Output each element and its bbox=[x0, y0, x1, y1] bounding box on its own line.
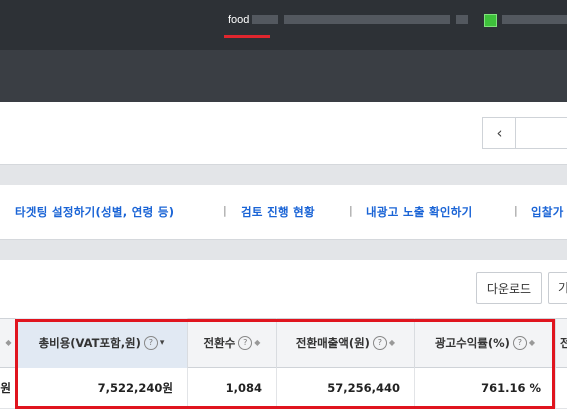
status-icon bbox=[484, 14, 497, 27]
column-label: 전환수 bbox=[203, 336, 236, 350]
help-icon[interactable]: ? bbox=[512, 336, 527, 350]
column-header-prev: ◆ bbox=[0, 318, 15, 368]
cell-conversion-revenue: 57,256,440 bbox=[276, 368, 414, 408]
column-header-total-cost[interactable]: 총비용(VAT포함,원) ? ▾ bbox=[15, 318, 187, 368]
sort-icon[interactable]: ◆ bbox=[5, 339, 11, 347]
column-label: 전환매출액(원) bbox=[295, 336, 370, 350]
cell-total-cost: 7,522,240원 bbox=[15, 368, 187, 408]
help-icon[interactable]: ? bbox=[238, 336, 253, 350]
chevron-left-icon: ‹ bbox=[496, 124, 503, 142]
column-label: 광고수익률(%) bbox=[434, 336, 510, 350]
link-targeting-settings[interactable]: 타겟팅 설정하기(성별, 연령 등) bbox=[15, 204, 174, 220]
help-icon[interactable]: ? bbox=[143, 336, 158, 350]
blurred-text bbox=[502, 15, 567, 24]
link-separator: | bbox=[223, 204, 227, 217]
link-my-ad-exposure[interactable]: 내광고 노출 확인하기 bbox=[366, 204, 473, 220]
active-tab-indicator bbox=[224, 35, 270, 38]
download-button[interactable]: 다운로드 bbox=[476, 272, 542, 304]
account-tab-food[interactable]: food bbox=[228, 14, 249, 26]
cell-next bbox=[555, 368, 567, 408]
cell-prev: 원 bbox=[0, 381, 11, 395]
blurred-text bbox=[252, 15, 278, 24]
blurred-text bbox=[456, 15, 468, 24]
column-header-roas[interactable]: 광고수익률(%) ? ◆ bbox=[414, 318, 555, 368]
blurred-text bbox=[284, 15, 450, 24]
sort-desc-icon[interactable]: ▾ bbox=[160, 338, 165, 348]
link-bid-price[interactable]: 입찰가 bbox=[531, 204, 564, 220]
column-label: 총비용(VAT포함,원) bbox=[38, 336, 141, 350]
sort-icon[interactable]: ◆ bbox=[389, 339, 395, 347]
column-header-next[interactable]: 전 bbox=[555, 318, 567, 368]
section-divider bbox=[0, 239, 567, 260]
column-header-conversions[interactable]: 전환수 ? ◆ bbox=[187, 318, 276, 368]
pager-input[interactable] bbox=[515, 117, 567, 149]
pager-prev-button[interactable]: ‹ bbox=[482, 117, 516, 149]
column-label: 전 bbox=[560, 336, 567, 350]
link-separator: | bbox=[349, 204, 353, 217]
section-divider bbox=[0, 164, 567, 185]
link-review-status[interactable]: 검토 진행 현황 bbox=[241, 204, 315, 220]
cell-roas: 761.16 % bbox=[414, 368, 555, 408]
top-navigation-bar bbox=[0, 0, 567, 50]
cell-conversions: 1,084 bbox=[187, 368, 276, 408]
sub-navigation-bar bbox=[0, 50, 567, 102]
more-button[interactable]: 기 bbox=[548, 272, 567, 304]
column-header-conversion-revenue[interactable]: 전환매출액(원) ? ◆ bbox=[276, 318, 414, 368]
help-icon[interactable]: ? bbox=[372, 336, 387, 350]
link-separator: | bbox=[514, 204, 518, 217]
sort-icon[interactable]: ◆ bbox=[254, 339, 260, 347]
sort-icon[interactable]: ◆ bbox=[529, 339, 535, 347]
